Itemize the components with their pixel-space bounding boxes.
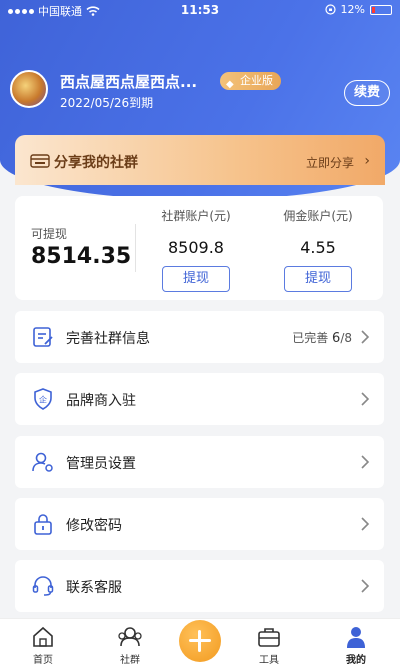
completion-status: 已完善 6/8 <box>292 329 352 346</box>
chevron-right-icon <box>361 330 370 344</box>
withdrawable-value: 8514.35 <box>31 244 132 269</box>
share-card-icon <box>30 154 50 168</box>
svg-text:企: 企 <box>39 395 47 405</box>
menu-item-customer-service[interactable]: 联系客服 <box>15 560 384 612</box>
menu-item-admin-settings[interactable]: 管理员设置 <box>15 436 384 488</box>
commission-account: 佣金账户(元) 4.55 提现 <box>263 207 373 292</box>
commission-account-value: 4.55 <box>300 238 336 257</box>
tab-mine[interactable]: 我的 <box>326 623 386 666</box>
completion-prefix: 已完善 <box>292 331 329 345</box>
toolbox-icon <box>258 628 280 647</box>
share-title: 分享我的社群 <box>54 155 138 171</box>
divider <box>135 224 136 272</box>
shop-name: 西点屋西点屋西点... <box>60 73 198 91</box>
profile-section: 西点屋西点屋西点... ◆ 企业版 2022/05/26到期 续费 <box>10 70 390 114</box>
tab-home[interactable]: 首页 <box>13 623 73 666</box>
chevron-right-icon <box>361 579 370 593</box>
community-withdraw-button[interactable]: 提现 <box>162 266 230 292</box>
menu-label: 修改密码 <box>66 518 122 534</box>
community-account-label: 社群账户(元) <box>161 209 231 223</box>
shield-enterprise-icon: 企 <box>34 388 52 410</box>
menu-label: 管理员设置 <box>66 456 136 472</box>
community-account: 社群账户(元) 8509.8 提现 <box>141 207 251 292</box>
menu-item-community-info[interactable]: 完善社群信息 已完善 6/8 <box>15 311 384 363</box>
account-card: 可提现 8514.35 社群账户(元) 8509.8 提现 佣金账户(元) 4.… <box>15 196 383 300</box>
badge-label: 企业版 <box>240 74 273 87</box>
chevron-right-icon <box>361 392 370 406</box>
menu-item-brand-entry[interactable]: 企 品牌商入驻 <box>15 373 384 425</box>
chevron-right-icon <box>361 455 370 469</box>
tab-label: 社群 <box>120 655 140 666</box>
menu-label: 品牌商入驻 <box>66 393 136 409</box>
lock-icon <box>34 514 52 535</box>
tab-tools[interactable]: 工具 <box>239 623 299 666</box>
menu-label: 联系客服 <box>66 580 122 596</box>
commission-account-label: 佣金账户(元) <box>283 209 353 223</box>
chevron-right-icon <box>361 517 370 531</box>
tab-community[interactable]: 社群 <box>100 623 160 666</box>
tab-label: 工具 <box>259 655 279 666</box>
commission-withdraw-button[interactable]: 提现 <box>284 266 352 292</box>
tab-label: 首页 <box>33 655 53 666</box>
avatar[interactable] <box>10 70 48 108</box>
chevron-right-icon[interactable]: › <box>364 153 370 169</box>
tab-label: 我的 <box>346 655 366 666</box>
battery-percent: 12% <box>340 3 365 16</box>
orientation-lock-icon <box>324 4 336 15</box>
menu-label: 完善社群信息 <box>66 331 150 347</box>
edit-doc-icon <box>33 327 53 347</box>
user-gear-icon <box>32 452 53 472</box>
status-bar: 中国联通 11:53 12% <box>0 0 400 20</box>
add-button[interactable] <box>179 620 221 662</box>
menu-item-change-password[interactable]: 修改密码 <box>15 498 384 550</box>
withdrawable-label: 可提现 <box>31 227 68 241</box>
renew-button[interactable]: 续费 <box>344 80 390 106</box>
enterprise-badge: ◆ 企业版 <box>220 72 281 90</box>
completion-total: /8 <box>340 331 352 345</box>
battery-icon <box>370 4 392 15</box>
expire-date: 2022/05/26到期 <box>60 96 154 110</box>
status-right: 12% <box>324 3 392 16</box>
person-icon <box>347 627 365 648</box>
community-account-value: 8509.8 <box>168 238 224 257</box>
diamond-icon: ◆ <box>226 79 234 90</box>
community-icon <box>118 627 142 647</box>
home-icon <box>33 626 53 647</box>
headset-icon <box>32 576 54 596</box>
share-now-link[interactable]: 立即分享 <box>306 154 354 171</box>
